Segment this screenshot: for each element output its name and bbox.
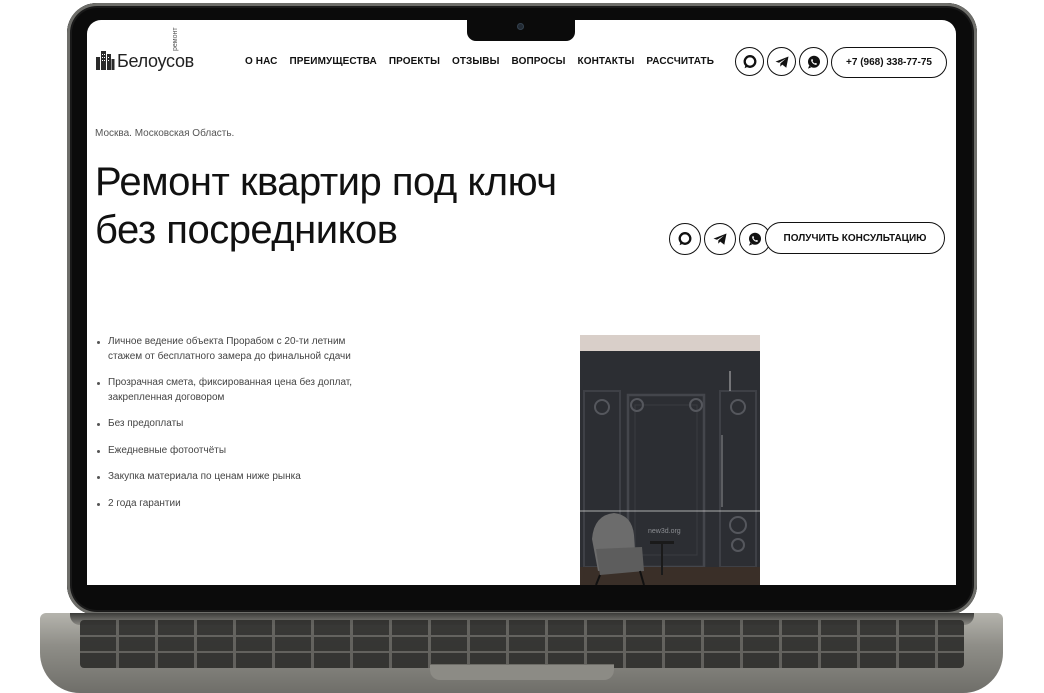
hero-title-line-2: без посредников xyxy=(95,208,398,252)
location-text: Москва. Московская Область. xyxy=(95,128,235,139)
chat-icon xyxy=(678,232,692,246)
hero-title-line-1: Ремонт квартир под ключ xyxy=(95,160,557,204)
brand-name: Белоусов xyxy=(117,51,194,71)
nav-item-contacts[interactable]: КОНТАКТЫ xyxy=(578,56,635,67)
nav-item-questions[interactable]: ВОПРОСЫ xyxy=(512,56,566,67)
phone-button[interactable]: +7 (968) 338-77-75 xyxy=(831,47,947,78)
photo-watermark: new3d.org xyxy=(648,528,681,535)
telegram-icon xyxy=(713,233,727,245)
nav-item-about[interactable]: О НАС xyxy=(245,56,277,67)
trackpad xyxy=(430,664,614,680)
buildings-logo-icon xyxy=(96,51,115,70)
whatsapp-button[interactable] xyxy=(799,47,828,76)
benefit-item: Закупка материала по ценам ниже рынка xyxy=(97,470,367,485)
nav-item-projects[interactable]: ПРОЕКТЫ xyxy=(389,56,440,67)
brand-logo[interactable]: Белоусов ремонт xyxy=(95,27,194,71)
chat-button[interactable] xyxy=(735,47,764,76)
whatsapp-icon xyxy=(749,232,761,246)
benefit-item: Ежедневные фотоотчёты xyxy=(97,444,367,459)
brand-tagline: ремонт xyxy=(172,27,179,51)
main-nav: О НАС ПРЕИМУЩЕСТВА ПРОЕКТЫ ОТЗЫВЫ ВОПРОС… xyxy=(245,56,714,67)
interior-photo: new3d.org xyxy=(580,335,760,585)
nav-item-reviews[interactable]: ОТЗЫВЫ xyxy=(452,56,500,67)
hero-messengers xyxy=(669,223,771,255)
consultation-button[interactable]: ПОЛУЧИТЬ КОНСУЛЬТАЦИЮ xyxy=(765,222,945,254)
hero-chat-button[interactable] xyxy=(669,223,701,255)
telegram-icon xyxy=(775,56,788,68)
chat-icon xyxy=(743,54,756,68)
benefit-item: Прозрачная смета, фиксированная цена без… xyxy=(97,376,367,405)
benefit-item: Личное ведение объекта Прорабом с 20-ти … xyxy=(97,335,367,364)
header-messengers xyxy=(735,47,828,76)
nav-item-calculate[interactable]: РАССЧИТАТЬ xyxy=(646,56,714,67)
whatsapp-icon xyxy=(807,55,820,69)
telegram-button[interactable] xyxy=(767,47,796,76)
hero-telegram-button[interactable] xyxy=(704,223,736,255)
website-screen: Белоусов ремонт О НАС ПРЕИМУЩЕСТВА ПРОЕК… xyxy=(87,20,956,585)
nav-item-advantages[interactable]: ПРЕИМУЩЕСТВА xyxy=(289,56,376,67)
camera-icon xyxy=(517,23,524,30)
interior-photo-image: new3d.org xyxy=(580,335,760,585)
benefit-item: Без предоплаты xyxy=(97,417,367,432)
benefit-item: 2 года гарантии xyxy=(97,497,367,512)
benefits-list: Личное ведение объекта Прорабом с 20-ти … xyxy=(97,335,367,523)
hero-title: Ремонт квартир под ключ без посредников xyxy=(95,158,655,254)
keyboard xyxy=(80,620,964,668)
